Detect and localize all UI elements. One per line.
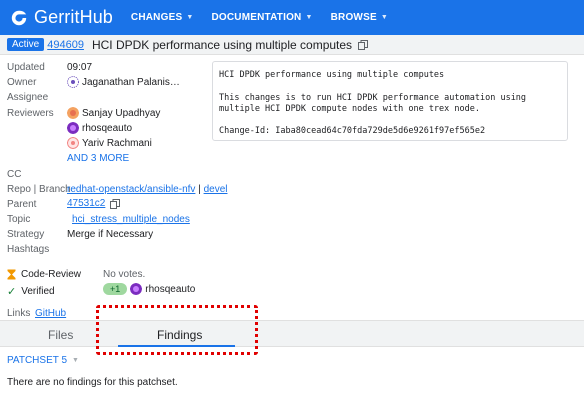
parent-link[interactable]: 47531c2	[67, 198, 105, 209]
reviewer-chip[interactable]: Yariv Rachmani	[67, 137, 152, 149]
updated-value: 09:07	[67, 62, 93, 73]
branch-link[interactable]: devel	[204, 184, 228, 195]
reviewer-chip[interactable]: Sanjay Upadhyay	[67, 107, 160, 119]
empty-findings-message: There are no findings for this patchset.	[7, 377, 178, 388]
verified-vote[interactable]: +1 rhosqeauto	[103, 283, 195, 295]
repo-branch-label: Repo | Branch	[7, 184, 71, 195]
owner-label: Owner	[7, 77, 37, 88]
nav-documentation-label: DOCUMENTATION	[211, 12, 302, 23]
parent-value: 47531c2	[67, 198, 121, 209]
code-review-label: Code-Review	[21, 269, 82, 280]
nav-documentation[interactable]: DOCUMENTATION ▼	[211, 12, 312, 23]
hashtags-label: Hashtags	[7, 244, 50, 255]
verified-row: ✓ Verified	[7, 285, 55, 298]
avatar	[67, 107, 79, 119]
app-name: GerritHub	[34, 7, 113, 27]
chevron-down-icon: ▼	[380, 14, 388, 21]
owner-chip[interactable]: Jaganathan Palanis…	[67, 76, 180, 88]
change-number-link[interactable]: 494609	[47, 39, 84, 51]
reviewers-label: Reviewers	[7, 108, 54, 119]
branch-separator: |	[195, 184, 204, 195]
github-link[interactable]: GitHub	[35, 308, 66, 319]
chevron-down-icon: ▼	[72, 357, 79, 364]
commit-message: HCI DPDK performance using multiple comp…	[212, 61, 568, 141]
nav-changes-label: CHANGES	[130, 12, 183, 23]
tab-bar: Files Findings	[0, 320, 584, 347]
annotation-highlight-box	[96, 305, 258, 355]
topic-link[interactable]: hci_stress_multiple_nodes	[72, 214, 190, 225]
avatar	[67, 76, 79, 88]
main-nav: CHANGES ▼ DOCUMENTATION ▼ BROWSE ▼	[131, 12, 406, 23]
copy-icon[interactable]	[110, 198, 121, 209]
change-title-row: Active 494609 HCI DPDK performance using…	[0, 35, 584, 55]
top-app-bar: GerritHub CHANGES ▼ DOCUMENTATION ▼ BROWSE…	[0, 0, 584, 35]
vote-chip: +1	[103, 283, 128, 295]
chevron-down-icon: ▼	[186, 14, 194, 21]
patchset-label: PATCHSET 5	[7, 355, 68, 366]
app-logo[interactable]: GerritHub	[10, 7, 113, 28]
nav-changes[interactable]: CHANGES ▼	[131, 12, 194, 23]
check-icon: ✓	[7, 286, 17, 298]
strategy-label: Strategy	[7, 229, 45, 240]
assignee-label: Assignee	[7, 92, 49, 103]
change-subject: HCI DPDK performance using multiple comp…	[91, 37, 353, 52]
parent-label: Parent	[7, 199, 37, 210]
code-review-row: Code-Review	[7, 269, 81, 280]
topic-label: Topic	[7, 214, 31, 225]
links-label: Links	[7, 308, 31, 319]
code-review-value: No votes.	[103, 269, 146, 280]
tab-files[interactable]: Files	[48, 328, 73, 342]
gerrit-logo-icon	[11, 10, 27, 25]
hourglass-icon	[7, 269, 16, 280]
owner-name: Jaganathan Palanis…	[82, 76, 180, 88]
more-reviewers-button[interactable]: AND 3 MORE	[67, 153, 129, 164]
reviewer-name: Yariv Rachmani	[82, 137, 152, 149]
voter-name: rhosqeauto	[145, 283, 196, 295]
reviewer-name: Sanjay Upadhyay	[82, 107, 161, 119]
verified-label: Verified	[21, 286, 55, 297]
chevron-down-icon: ▼	[305, 14, 313, 21]
avatar	[67, 122, 79, 134]
repo-link[interactable]: redhat-openstack/ansible-nfv	[67, 184, 195, 195]
status-badge: Active	[7, 38, 45, 51]
updated-label: Updated	[7, 62, 45, 73]
copy-icon[interactable]	[358, 39, 369, 50]
cc-label: CC	[7, 169, 22, 180]
strategy-value: Merge if Necessary	[67, 229, 154, 240]
nav-browse[interactable]: BROWSE ▼	[331, 12, 388, 23]
repo-branch-value: redhat-openstack/ansible-nfv | devel	[67, 184, 227, 195]
avatar	[130, 283, 143, 295]
avatar	[67, 137, 79, 149]
reviewer-name: rhosqeauto	[82, 122, 133, 134]
reviewer-chip[interactable]: rhosqeauto	[67, 122, 132, 134]
patchset-selector[interactable]: PATCHSET 5 ▼	[7, 355, 79, 366]
nav-browse-label: BROWSE	[330, 12, 377, 23]
